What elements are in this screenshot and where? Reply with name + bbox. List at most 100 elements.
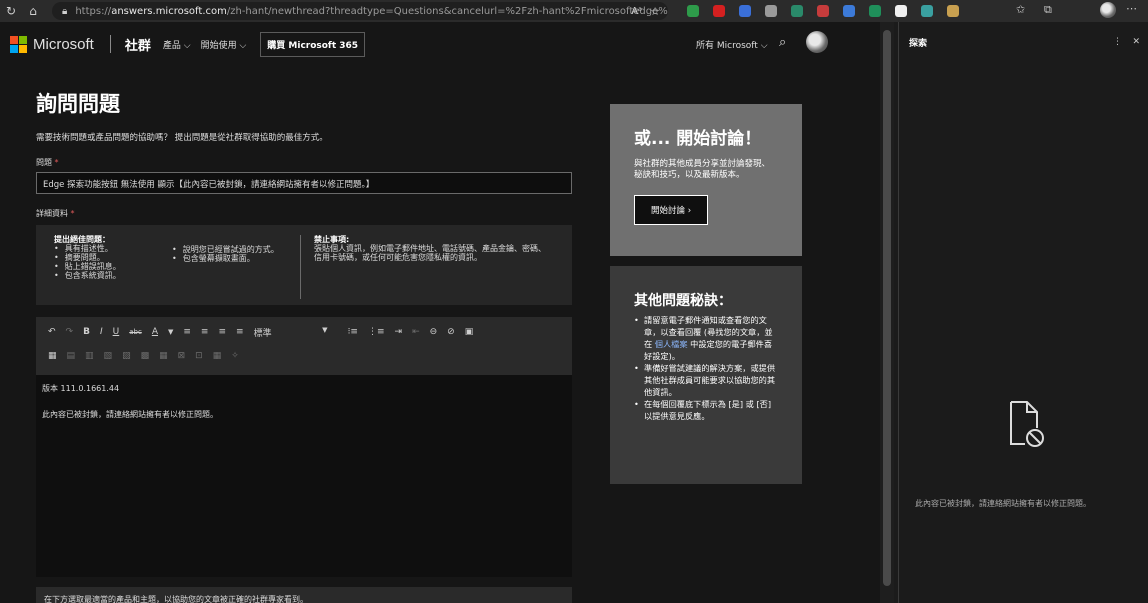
extension-icon[interactable] bbox=[862, 3, 888, 19]
good-question-tips: 提出絕佳問題： 具有描述性。 摘要問題。 貼上錯誤訊息。 包含系統資訊。 bbox=[54, 235, 121, 280]
chevron-down-icon: ⌵ bbox=[757, 41, 768, 51]
url-prefix: https:// bbox=[75, 5, 112, 17]
bold-icon[interactable]: B bbox=[83, 327, 90, 337]
address-bar[interactable]: 🔒︎ https://answers.microsoft.com/zh-hant… bbox=[52, 2, 668, 20]
bullet-list-icon[interactable]: ⋮≡ bbox=[368, 327, 385, 337]
page-scrollbar[interactable] bbox=[880, 22, 894, 603]
undo-icon[interactable]: ↶ bbox=[48, 327, 56, 337]
underline-icon[interactable]: U bbox=[113, 327, 120, 337]
code-block-icon[interactable]: ⊡ bbox=[195, 351, 203, 361]
font-color-dropdown-icon[interactable]: ▼ bbox=[168, 328, 173, 336]
start-discussion-button[interactable]: 開始討論 › bbox=[634, 195, 709, 225]
sidepanel-title: 探索 bbox=[909, 38, 928, 49]
indent-icon[interactable]: ⇥ bbox=[395, 327, 403, 337]
table-delete-icon[interactable]: ▩ bbox=[141, 351, 150, 361]
outdent-icon[interactable]: ⇤ bbox=[412, 327, 420, 337]
cell-props-icon[interactable]: ⊠ bbox=[178, 351, 186, 361]
sidepanel-header: 探索 ⋮ ✕ bbox=[899, 22, 1148, 62]
url-path: /zh-hant/newthread?threadtype=Questions&… bbox=[226, 5, 668, 17]
good-tips-title: 提出絕佳問題： bbox=[54, 235, 110, 244]
tip-item: 具有描述性。 bbox=[54, 244, 121, 253]
browser-toolbar: ↻ ⌂ 🔒︎ https://answers.microsoft.com/zh-… bbox=[0, 0, 1148, 22]
details-label-text: 詳細資料 bbox=[36, 209, 68, 218]
profile-link[interactable]: 個人檔案 bbox=[655, 339, 688, 349]
buy-m365-button[interactable]: 購買 Microsoft 365 bbox=[260, 31, 366, 57]
extension-icon[interactable] bbox=[940, 3, 966, 19]
category-hint: 在下方選取最適當的產品和主題，以協助您的文章被正確的社群專家看到。 bbox=[36, 587, 572, 603]
chevron-down-icon: ⌵ bbox=[180, 40, 191, 51]
community-link[interactable]: 社群 bbox=[125, 35, 151, 54]
extension-icon[interactable] bbox=[784, 3, 810, 19]
nav-products-label: 產品 bbox=[162, 40, 181, 51]
brand-name[interactable]: Microsoft bbox=[33, 36, 94, 53]
tip-item: 貼上錯誤訊息。 bbox=[54, 262, 121, 271]
home-icon[interactable]: ⌂ bbox=[22, 0, 44, 22]
extension-icon[interactable] bbox=[810, 3, 836, 19]
profile-avatar[interactable] bbox=[1100, 2, 1116, 18]
format-select-value: 標準 bbox=[253, 328, 272, 339]
strikethrough-icon[interactable]: abc bbox=[129, 328, 142, 336]
italic-icon[interactable]: I bbox=[100, 327, 103, 337]
extension-icon[interactable] bbox=[914, 3, 940, 19]
favorite-star-icon[interactable]: ☆ bbox=[650, 5, 660, 18]
tip-item: 包含系統資訊。 bbox=[54, 271, 121, 280]
chevron-down-icon: ▼ bbox=[322, 325, 328, 334]
url-host: answers.microsoft.com bbox=[111, 5, 227, 17]
dont-tips-text: 張貼個人資訊，例如電子郵件地址、電話號碼、產品金鑰、密碼、信用卡號碼，或任何可能… bbox=[314, 244, 546, 262]
search-icon[interactable]: ⌕ bbox=[779, 35, 786, 50]
image-icon[interactable]: ▣ bbox=[465, 327, 474, 337]
extension-icon[interactable] bbox=[836, 3, 862, 19]
details-editor[interactable]: ↶ ↷ B I U abc A ▼ ≡ ≡ ≡ ≡ 標準 ▼ ⁝≡ ⋮≡ ⇥ ⇤ bbox=[36, 317, 572, 577]
table-col-icon[interactable]: ▥ bbox=[85, 351, 94, 361]
question-input[interactable]: Edge 探索功能按鈕 無法使用 顯示【此內容已被封鎖，請連絡網站擁有者以修正問… bbox=[36, 172, 572, 194]
align-right-icon[interactable]: ≡ bbox=[218, 327, 226, 337]
unlink-icon[interactable]: ⊘ bbox=[447, 327, 455, 337]
table-split-icon[interactable]: ▨ bbox=[122, 351, 131, 361]
table-icon[interactable]: ▦ bbox=[48, 351, 57, 361]
align-center-icon[interactable]: ≡ bbox=[201, 327, 209, 337]
justify-icon[interactable]: ≡ bbox=[236, 327, 244, 337]
close-icon[interactable]: ✕ bbox=[1132, 37, 1140, 47]
table-row-icon[interactable]: ▤ bbox=[67, 351, 76, 361]
favorites-icon[interactable]: ✩ bbox=[1016, 3, 1025, 16]
nav-get-started[interactable]: 開始使用 ⌵ bbox=[201, 38, 247, 51]
refresh-icon[interactable]: ↻ bbox=[0, 0, 22, 22]
microsoft-logo-icon[interactable] bbox=[10, 35, 27, 53]
dont-tips: 禁止事項: 張貼個人資訊，例如電子郵件地址、電話號碼、產品金鑰、密碼、信用卡號碼… bbox=[314, 235, 546, 262]
extension-icon[interactable] bbox=[888, 3, 914, 19]
extension-icon[interactable] bbox=[680, 3, 706, 19]
format-select[interactable]: 標準 ▼ bbox=[254, 326, 338, 339]
extension-icon[interactable] bbox=[758, 3, 784, 19]
question-label-text: 問題 bbox=[36, 158, 52, 167]
header-divider bbox=[109, 35, 111, 53]
all-microsoft-label: 所有 Microsoft bbox=[696, 41, 758, 51]
dont-tips-title: 禁止事項: bbox=[314, 235, 350, 244]
editor-version-line: 版本 111.0.1661.44 bbox=[42, 384, 120, 393]
more-options-icon[interactable]: ⋮ bbox=[1113, 37, 1122, 47]
discussion-title: 或... 開始討論！ bbox=[634, 129, 762, 149]
extension-icon[interactable] bbox=[732, 3, 758, 19]
link-icon[interactable]: ⊖ bbox=[430, 327, 438, 337]
avatar[interactable] bbox=[806, 31, 828, 53]
align-left-icon[interactable]: ≡ bbox=[183, 327, 191, 337]
tip-item: 摘要問題。 bbox=[54, 253, 121, 262]
table-props-icon[interactable]: ▦ bbox=[159, 351, 168, 361]
font-color-icon[interactable]: A bbox=[152, 327, 158, 337]
table-merge-icon[interactable]: ▧ bbox=[104, 351, 113, 361]
blocked-document-icon bbox=[1010, 401, 1044, 447]
discussion-desc: 與社群的其他成員分享並討論發現、秘訣和技巧，以及最新版本。 bbox=[634, 159, 771, 180]
numbered-list-icon[interactable]: ⁝≡ bbox=[348, 327, 358, 337]
redo-icon[interactable]: ↷ bbox=[66, 327, 74, 337]
all-microsoft-menu[interactable]: 所有 Microsoft ⌵ bbox=[696, 38, 768, 51]
emoji-icon[interactable]: ✧ bbox=[231, 351, 239, 361]
collections-icon[interactable]: ⧉ bbox=[1044, 3, 1052, 17]
page-subtitle: 需要技術問題或產品問題的協助嗎？ 提出問題是從社群取得協助的最佳方式。 bbox=[36, 133, 328, 143]
read-aloud-icon[interactable]: Aᵃ bbox=[631, 6, 642, 17]
blocked-message: 此內容已被封鎖，請連絡網站擁有者以修正問題。 bbox=[915, 499, 1091, 508]
settings-more-icon[interactable]: ⋯ bbox=[1126, 2, 1137, 15]
tip-item: 說明您已經嘗試過的方式。 bbox=[172, 245, 284, 254]
nav-products[interactable]: 產品 ⌵ bbox=[163, 38, 191, 51]
spoiler-icon[interactable]: ▦ bbox=[213, 351, 222, 361]
scrollbar-thumb[interactable] bbox=[883, 30, 891, 586]
extension-icon[interactable] bbox=[706, 3, 732, 19]
